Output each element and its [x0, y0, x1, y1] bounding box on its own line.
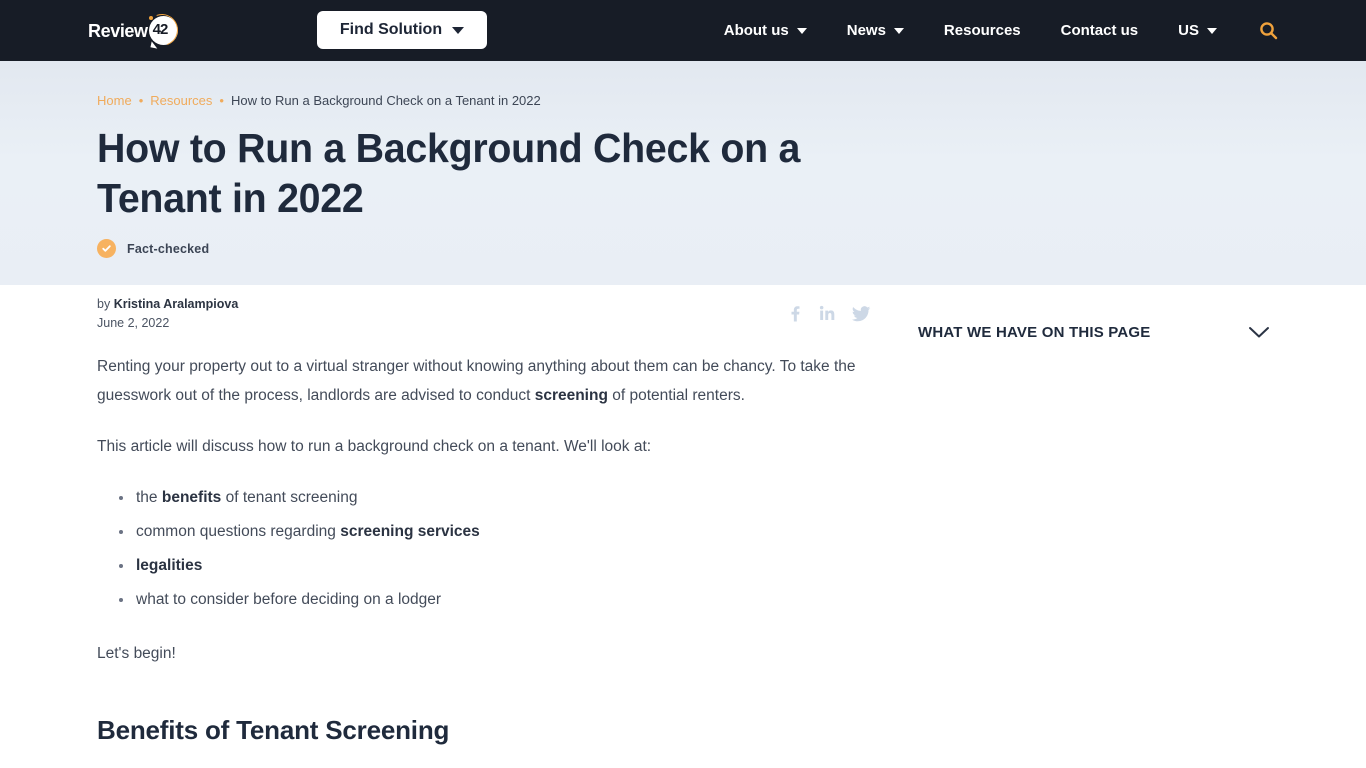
- nav-item-about-us[interactable]: About us: [704, 22, 827, 39]
- paragraph-intro: Renting your property out to a virtual s…: [97, 352, 872, 410]
- nav-item-news[interactable]: News: [827, 22, 924, 39]
- list-item: legalities: [119, 549, 872, 583]
- site-header: Review 42 Find Solution About us News Re…: [0, 0, 1366, 61]
- chevron-down-icon: [893, 27, 904, 34]
- list-item: the benefits of tenant screening: [119, 481, 872, 515]
- hero-section: Home • Resources • How to Run a Backgrou…: [0, 61, 1366, 285]
- main-content: by Kristina Aralampiova June 2, 2022 Ren…: [0, 285, 1366, 768]
- breadcrumb-current-page: How to Run a Background Check on a Tenan…: [230, 92, 541, 108]
- breadcrumb-item-home[interactable]: Home: [97, 93, 132, 108]
- breadcrumb-separator: •: [138, 92, 144, 108]
- nav-item-contact-us[interactable]: Contact us: [1041, 22, 1159, 39]
- nav-label: News: [846, 22, 886, 39]
- fact-checked-badge: Fact-checked: [97, 239, 1366, 258]
- chevron-down-icon: [796, 27, 807, 34]
- main-navigation: About us News Resources Contact us US: [704, 0, 1278, 61]
- table-of-contents-panel: WHAT WE HAVE ON THIS PAGE: [918, 319, 1270, 345]
- section-heading-benefits: Benefits of Tenant Screening: [97, 715, 450, 745]
- list-item: what to consider before deciding on a lo…: [119, 583, 872, 617]
- paragraph-overview: This article will discuss how to run a b…: [97, 438, 652, 455]
- list-item-emphasis: screening services: [340, 523, 480, 540]
- list-item-text: of tenant screening: [221, 489, 358, 506]
- twitter-icon[interactable]: [852, 305, 871, 322]
- breadcrumb-item-resources[interactable]: Resources: [150, 93, 212, 108]
- breadcrumb-separator: •: [219, 92, 224, 108]
- nav-label: Contact us: [1060, 22, 1139, 39]
- facebook-icon[interactable]: [787, 305, 802, 322]
- nav-label: US: [1178, 22, 1199, 39]
- search-icon: [1260, 22, 1278, 40]
- article-body: by Kristina Aralampiova June 2, 2022 Ren…: [97, 294, 872, 746]
- list-item-emphasis: benefits: [161, 489, 222, 506]
- logo-badge-number: 42: [152, 20, 169, 38]
- publish-date: June 2, 2022: [97, 316, 170, 330]
- byline-block: by Kristina Aralampiova June 2, 2022: [97, 294, 238, 330]
- logo-speech-bubble-icon: 42: [140, 8, 183, 51]
- toc-toggle[interactable]: WHAT WE HAVE ON THIS PAGE: [918, 319, 1270, 345]
- article-meta: by Kristina Aralampiova June 2, 2022: [97, 294, 871, 330]
- nav-item-region-us[interactable]: US: [1158, 22, 1237, 39]
- fact-checked-label: Fact-checked: [127, 241, 210, 256]
- logo-text: Review: [88, 20, 148, 41]
- paragraph-emphasis: screening: [534, 387, 608, 404]
- review42-logo[interactable]: Review 42: [88, 8, 183, 51]
- find-solution-label: Find Solution: [339, 21, 443, 38]
- list-item: common questions regarding screening ser…: [119, 515, 872, 549]
- chevron-down-icon: [1207, 27, 1217, 34]
- social-share-bar: [787, 305, 871, 322]
- paragraph-text: of potential renters.: [607, 387, 745, 404]
- list-item-emphasis: legalities: [136, 557, 203, 574]
- chevron-down-icon: [452, 26, 465, 34]
- toc-title: WHAT WE HAVE ON THIS PAGE: [918, 323, 1151, 341]
- search-button[interactable]: [1237, 21, 1278, 40]
- linkedin-icon[interactable]: [819, 305, 835, 322]
- topics-list: the benefits of tenant screening common …: [97, 481, 872, 617]
- list-item-text: what to consider before deciding on a lo…: [136, 591, 442, 608]
- nav-label: Resources: [943, 22, 1021, 39]
- breadcrumb: Home • Resources • How to Run a Backgrou…: [97, 91, 1366, 109]
- nav-label: About us: [723, 22, 789, 39]
- paragraph-lets-begin: Let's begin!: [97, 645, 176, 662]
- page-title: How to Run a Background Check on a Tenan…: [97, 125, 801, 221]
- nav-item-resources[interactable]: Resources: [924, 22, 1041, 39]
- author-link[interactable]: Kristina Aralampiova: [114, 297, 239, 311]
- find-solution-button[interactable]: Find Solution: [317, 11, 487, 49]
- check-circle-icon: [97, 239, 116, 258]
- list-item-text: common questions regarding: [136, 523, 341, 540]
- list-item-text: the: [136, 489, 162, 506]
- byline: by Kristina Aralampiova: [97, 294, 238, 314]
- byline-prefix: by: [97, 297, 111, 311]
- chevron-down-icon[interactable]: [1248, 326, 1270, 339]
